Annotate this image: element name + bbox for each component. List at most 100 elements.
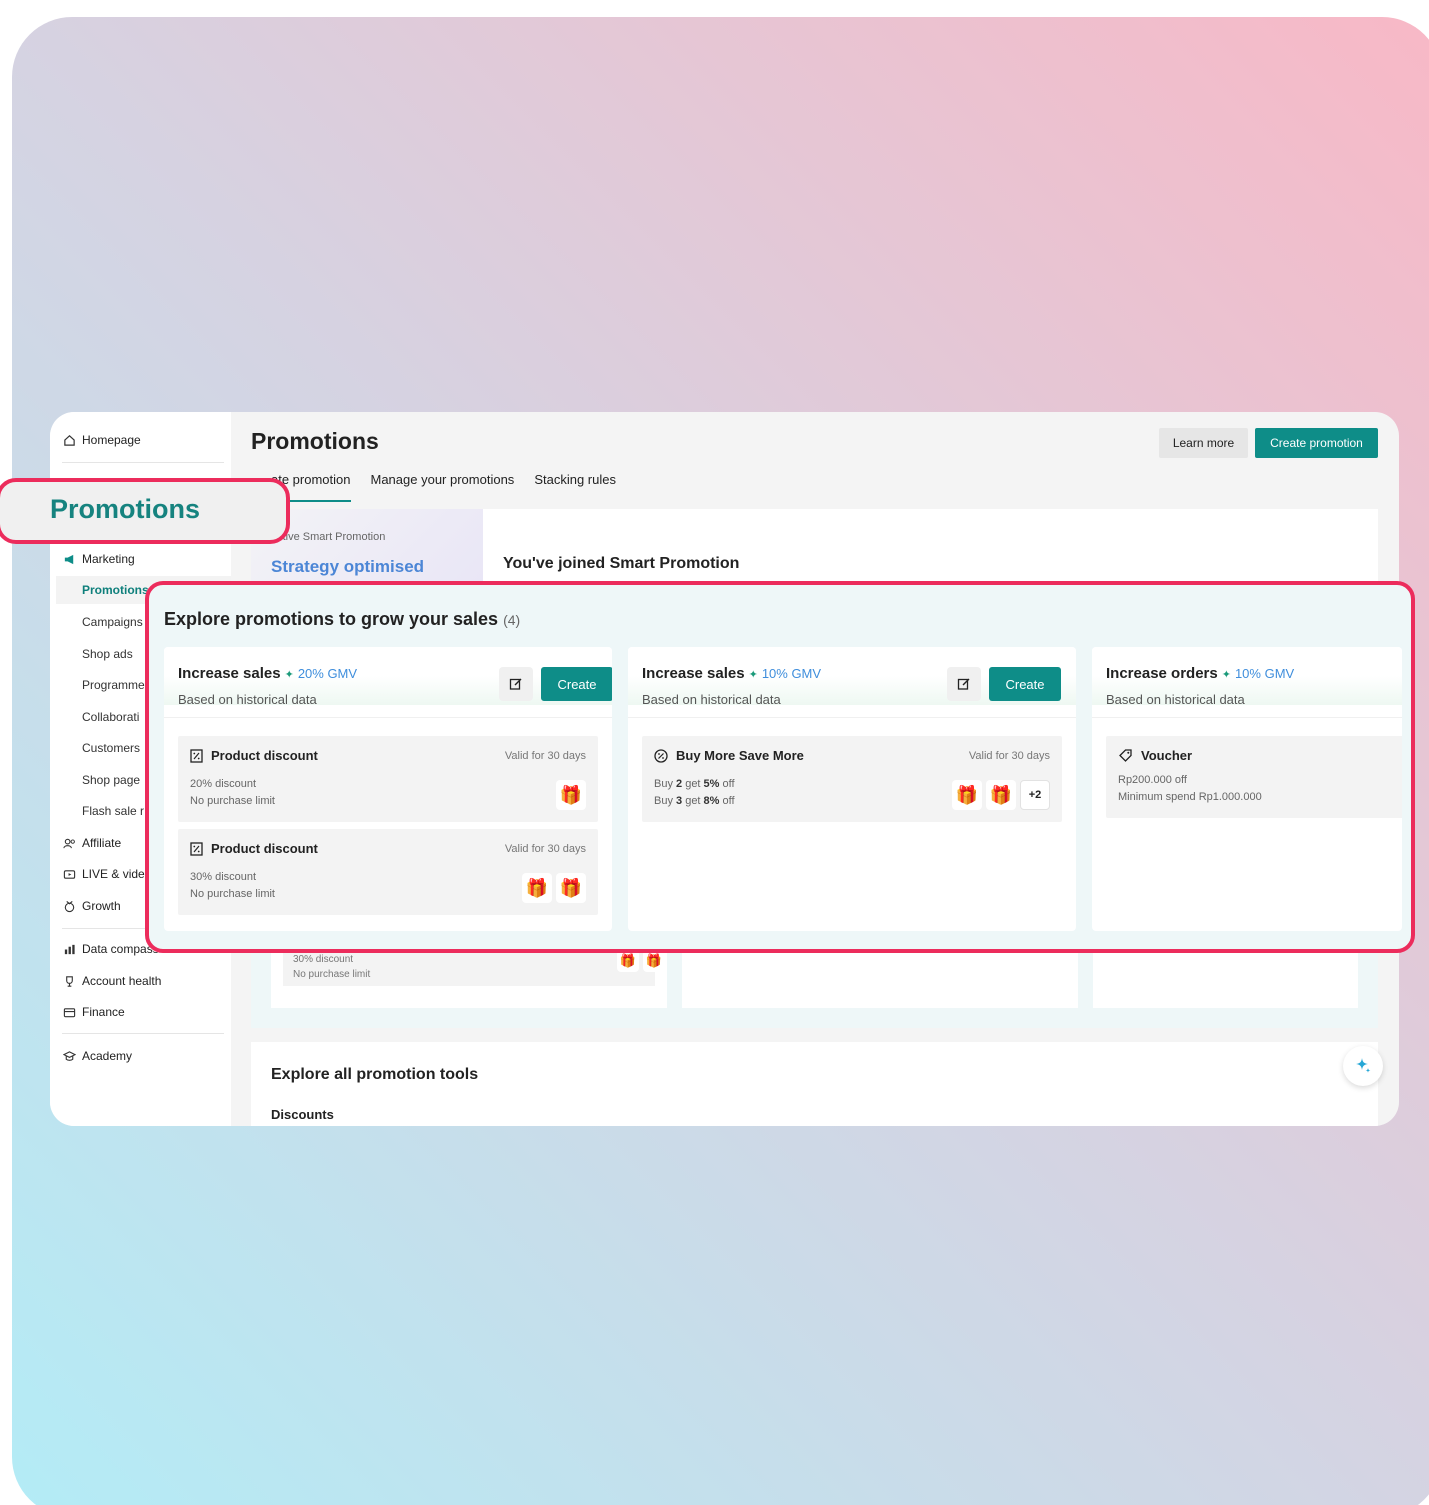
discount-tag-icon	[190, 748, 203, 763]
gift-icon: 🎁	[643, 950, 665, 972]
sidebar-subitem-programme[interactable]: Programme	[82, 678, 145, 692]
promotion-card-subtitle: Based on historical data	[642, 692, 781, 707]
tab-manage-promotions[interactable]: Manage your promotions	[371, 472, 515, 502]
promotion-item-title: Product discount	[190, 841, 318, 856]
sidebar-item-live[interactable]: LIVE & vide	[62, 867, 145, 881]
tier-text: get	[682, 795, 704, 807]
gift-icon: 🎁	[556, 873, 586, 903]
explore-heading: Explore promotions to grow your sales (4…	[164, 609, 520, 630]
edit-button[interactable]	[499, 667, 533, 701]
sidebar-subitem-shop-page[interactable]: Shop page	[82, 773, 140, 787]
gmv-badge: 20% GMV	[297, 666, 358, 681]
tier-text: off	[719, 795, 735, 807]
promotion-goal: Increase sales	[178, 665, 281, 682]
gift-icon: 🎁	[617, 950, 639, 972]
gmv-badge: 10% GMV	[1234, 666, 1295, 681]
promotion-item-title: Buy More Save More	[654, 748, 804, 763]
promotion-card-title: Increase sales ✦ 20% GMV	[178, 665, 357, 682]
edit-button[interactable]	[947, 667, 981, 701]
promotion-item[interactable]: Product discount Valid for 30 days 20% d…	[178, 736, 598, 822]
divider	[628, 717, 1076, 718]
validity-text: Valid for 30 days	[504, 750, 586, 762]
gift-icon: 🎁	[522, 873, 552, 903]
promotion-item[interactable]: Buy More Save More Valid for 30 days Buy…	[642, 736, 1062, 822]
create-button[interactable]: Create	[989, 667, 1061, 701]
sidebar-item-growth[interactable]: Growth	[62, 899, 121, 913]
promotion-detail: 30% discount	[190, 871, 257, 883]
promotion-item-title: Voucher	[1118, 748, 1192, 763]
academy-icon	[62, 1049, 76, 1063]
sidebar-item-academy[interactable]: Academy	[62, 1049, 132, 1063]
gmv-badge: 10% GMV	[761, 666, 822, 681]
sparkle-icon: ✦	[284, 669, 294, 681]
sparkle-icon[interactable]	[1343, 1046, 1383, 1086]
sidebar-subitem-campaigns[interactable]: Campaigns	[82, 615, 143, 629]
tier-text: get	[682, 778, 704, 790]
tab-bar: ate promotion Manage your promotions Sta…	[251, 472, 616, 502]
explore-promotions-panel: Explore promotions to grow your sales (4…	[145, 581, 1415, 953]
promotion-card: Increase sales ✦ 10% GMV Based on historic…	[628, 647, 1076, 931]
promotion-item[interactable]: Voucher Rp200.000 off Minimum spend Rp1.…	[1106, 736, 1402, 818]
sparkle-icon: ✦	[1221, 669, 1231, 681]
divider	[164, 717, 612, 718]
promotion-limit: No purchase limit	[190, 795, 275, 807]
discounts-heading: Discounts	[271, 1107, 334, 1122]
explore-count: (4)	[503, 612, 521, 628]
promotions-callout: Promotions	[0, 478, 290, 544]
sparkle-icon: ✦	[748, 669, 758, 681]
tier-rule-1: Buy 2 get 5% off	[654, 778, 735, 790]
growth-icon	[62, 899, 76, 913]
validity-text: Valid for 30 days	[504, 843, 586, 855]
chart-icon	[62, 942, 76, 956]
gift-icon: 🎁	[986, 780, 1016, 810]
create-promotion-button[interactable]: Create promotion	[1255, 428, 1378, 458]
sidebar-item-marketing[interactable]: Marketing	[62, 552, 135, 566]
underlying-line2: No purchase limit	[293, 969, 371, 980]
page-title: Promotions	[251, 428, 379, 454]
create-button[interactable]: Create	[541, 667, 612, 701]
smart-promotion-status-text: Strategy optimised	[271, 557, 425, 576]
promotion-item[interactable]: Product discount Valid for 30 days 30% d…	[178, 829, 598, 915]
sidebar-item-account-health[interactable]: Account health	[62, 974, 161, 988]
sidebar-subitem-collaboration[interactable]: Collaborati	[82, 710, 139, 724]
tab-stacking-rules[interactable]: Stacking rules	[534, 472, 616, 502]
sidebar-item-data-compass[interactable]: Data compass	[62, 942, 159, 956]
discount-tag-icon	[190, 841, 203, 856]
promotion-limit: No purchase limit	[190, 888, 275, 900]
sidebar-subitem-flash-sale[interactable]: Flash sale r	[82, 804, 144, 818]
more-products-badge[interactable]: +2	[1020, 780, 1050, 810]
voucher-icon	[1119, 749, 1132, 762]
smart-promotion-caption: active Smart Promotion	[271, 531, 386, 543]
edit-icon	[957, 678, 970, 690]
promotion-card-title: Increase orders ✦ 10% GMV	[1106, 665, 1294, 682]
tier-text: Buy	[654, 795, 677, 807]
promotion-item-name: Product discount	[211, 841, 318, 856]
sidebar-subitem-shop-ads[interactable]: Shop ads	[82, 647, 133, 661]
tier-text: Buy	[654, 778, 677, 790]
gift-icon: 🎁	[952, 780, 982, 810]
edit-icon	[509, 678, 522, 690]
sidebar-divider	[62, 1033, 224, 1034]
learn-more-button[interactable]: Learn more	[1159, 428, 1248, 458]
sidebar-item-finance[interactable]: Finance	[62, 1005, 125, 1019]
promotion-detail: 20% discount	[190, 778, 257, 790]
gift-icon: 🎁	[556, 780, 586, 810]
promotion-card-subtitle: Based on historical data	[1106, 692, 1245, 707]
promotion-goal: Increase sales	[642, 665, 745, 682]
promotion-limit: Minimum spend Rp1.000.000	[1118, 791, 1262, 803]
affiliate-icon	[62, 836, 76, 850]
explore-heading-text: Explore promotions to grow your sales	[164, 609, 499, 629]
promotion-item-name: Product discount	[211, 748, 318, 763]
sidebar-subitem-customers[interactable]: Customers	[82, 741, 140, 755]
sidebar-item-affiliate[interactable]: Affiliate	[62, 836, 121, 850]
sidebar-item-label: LIVE & vide	[82, 867, 145, 881]
sidebar-item-label: Homepage	[82, 433, 141, 447]
promotion-tools-heading: Explore all promotion tools	[271, 1066, 479, 1083]
promotions-callout-label: Promotions	[50, 494, 201, 524]
sidebar-item-homepage[interactable]: Homepage	[62, 433, 141, 447]
sidebar-item-label: Account health	[82, 974, 162, 988]
divider	[1092, 717, 1402, 718]
sidebar-divider	[62, 462, 224, 463]
tier-text: off	[719, 778, 735, 790]
promotion-item-name: Buy More Save More	[676, 748, 804, 763]
